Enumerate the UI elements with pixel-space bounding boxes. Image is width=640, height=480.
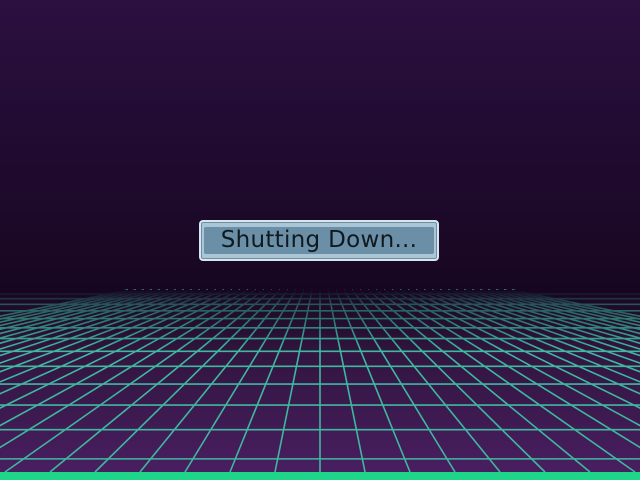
shutdown-message: Shutting Down... <box>220 227 418 253</box>
shutdown-dialog: Shutting Down... <box>199 220 439 261</box>
floor-glow-bar <box>0 472 640 480</box>
shutdown-message-box: Shutting Down... <box>204 227 434 254</box>
shutdown-screen: Shutting Down... <box>0 0 640 480</box>
